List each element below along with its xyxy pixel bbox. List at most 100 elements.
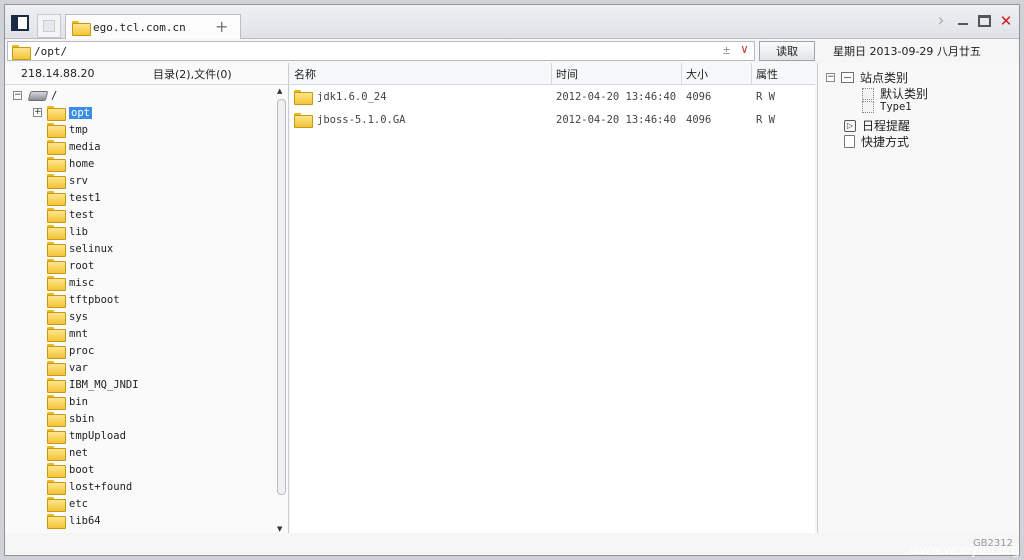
file-list-header: 名称 时间 大小 属性: [290, 63, 815, 85]
tree-folder-label: net: [69, 446, 88, 459]
folder-icon: [47, 429, 66, 444]
path-text: /opt/: [34, 44, 68, 58]
read-button[interactable]: 读取: [759, 41, 815, 61]
folder-icon: [47, 174, 66, 189]
scroll-down-icon[interactable]: ▼: [277, 525, 282, 533]
folder-icon: [47, 157, 66, 172]
tree-folder-row[interactable]: sbin: [5, 410, 288, 427]
folder-icon: [47, 463, 66, 478]
site-category-row[interactable]: − 站点类别: [826, 69, 908, 86]
folder-icon: [47, 344, 66, 359]
folder-icon: [47, 106, 66, 121]
tree-folder-row[interactable]: lib64: [5, 512, 288, 529]
expand-icon[interactable]: +: [33, 108, 42, 117]
tree-folder-row[interactable]: lost+found: [5, 478, 288, 495]
type-icon: [862, 87, 874, 100]
column-name[interactable]: 名称: [290, 63, 552, 84]
tree-folder-label: IBM_MQ_JNDI: [69, 378, 139, 391]
dropdown-arrow-icon[interactable]: ∨: [741, 42, 748, 56]
tree-folder-row[interactable]: boot: [5, 461, 288, 478]
drive-icon: [27, 90, 49, 101]
folder-icon: [47, 242, 66, 257]
tree-folder-row[interactable]: var: [5, 359, 288, 376]
folder-icon: [47, 514, 66, 529]
tree-folder-row[interactable]: mnt: [5, 325, 288, 342]
type1-row[interactable]: Type1: [862, 101, 912, 113]
tree-folder-label: srv: [69, 174, 88, 187]
tree-folder-row[interactable]: media: [5, 138, 288, 155]
plusminus-icon[interactable]: ±: [723, 43, 730, 57]
collapse-icon[interactable]: −: [826, 73, 835, 82]
tree-folder-row[interactable]: IBM_MQ_JNDI: [5, 376, 288, 393]
file-row[interactable]: jdk1.6.0_24 2012-04-20 13:46:40 4096 R W: [290, 85, 815, 108]
tree-folder-row[interactable]: tmpUpload: [5, 427, 288, 444]
folder-icon: [47, 497, 66, 512]
tree-folder-label: boot: [69, 463, 95, 476]
close-icon[interactable]: ✕: [999, 14, 1013, 29]
tree-root-label: /: [51, 89, 58, 102]
tree-folder-label: lib: [69, 225, 88, 238]
tree-folder-row[interactable]: tftpboot: [5, 291, 288, 308]
new-tab-button[interactable]: +: [215, 17, 228, 36]
maximize-icon[interactable]: [978, 15, 991, 27]
folder-icon: [72, 20, 91, 36]
tree-root[interactable]: − /: [5, 87, 288, 104]
tab-label: ego.tcl.com.cn: [93, 20, 186, 34]
tree-folder-label: media: [69, 140, 101, 153]
column-attr[interactable]: 属性: [752, 63, 815, 84]
tree-folder-label: misc: [69, 276, 95, 289]
tree-folder-label: sbin: [69, 412, 95, 425]
default-category-row[interactable]: 默认类别: [862, 85, 928, 102]
folder-icon: [12, 44, 31, 60]
tree-folder-label: test: [69, 208, 95, 221]
tree-folder-row[interactable]: test: [5, 206, 288, 223]
directory-tree-pane: 218.14.88.20 目录(2),文件(0) − / + opt tmp medi…: [5, 63, 289, 533]
tree-folder-label: mnt: [69, 327, 88, 340]
tree-folder-row[interactable]: net: [5, 444, 288, 461]
tree-folder-label: proc: [69, 344, 95, 357]
scroll-up-icon[interactable]: ▲: [277, 87, 282, 95]
folder-icon: [47, 361, 66, 376]
schedule-row[interactable]: ▷ 日程提醒: [844, 117, 910, 134]
minimize-icon[interactable]: [956, 14, 970, 28]
tree-folder-row[interactable]: bin: [5, 393, 288, 410]
type-icon: [862, 101, 874, 113]
tree-folder-row[interactable]: tmp: [5, 121, 288, 138]
tree-folder-row[interactable]: selinux: [5, 240, 288, 257]
path-input[interactable]: /opt/ ± ∨: [7, 41, 756, 61]
tree-folder-label: sys: [69, 310, 88, 323]
shortcut-row[interactable]: 快捷方式: [844, 133, 909, 150]
folder-icon: [47, 259, 66, 274]
tree-folder-row[interactable]: sys: [5, 308, 288, 325]
column-time[interactable]: 时间: [552, 63, 682, 84]
file-cell-size: 4096: [686, 90, 712, 103]
tree-folder-row[interactable]: lib: [5, 223, 288, 240]
collapse-icon[interactable]: −: [13, 91, 22, 100]
file-cell-attr: R W: [756, 90, 775, 103]
tree-folder-row[interactable]: etc: [5, 495, 288, 512]
file-row[interactable]: jboss-5.1.0.GA 2012-04-20 13:46:40 4096 R W: [290, 108, 815, 131]
tree-folder-row[interactable]: misc: [5, 274, 288, 291]
tree-folder-label: test1: [69, 191, 101, 204]
scroll-thumb[interactable]: [277, 99, 286, 495]
panel-toggle-icon[interactable]: [11, 15, 29, 31]
tree-folder-row[interactable]: srv: [5, 172, 288, 189]
blank-tab[interactable]: [37, 14, 61, 38]
folder-icon: [47, 276, 66, 291]
tree-folder-row[interactable]: home: [5, 155, 288, 172]
tree-folder-row[interactable]: root: [5, 257, 288, 274]
folder-icon: [47, 293, 66, 308]
tree-folder-row[interactable]: + opt: [5, 104, 288, 121]
tree-scrollbar[interactable]: ▲ ▼: [275, 87, 287, 533]
dir-file-summary: 目录(2),文件(0): [153, 67, 232, 81]
file-name: jdk1.6.0_24: [317, 90, 387, 103]
folder-icon: [47, 191, 66, 206]
tree-folder-row[interactable]: test1: [5, 189, 288, 206]
tree-folder-label: var: [69, 361, 88, 374]
column-size[interactable]: 大小: [682, 63, 752, 84]
shortcut-label: 快捷方式: [861, 135, 910, 149]
folder-icon: [294, 90, 313, 105]
tree-folder-row[interactable]: proc: [5, 342, 288, 359]
chevron-right-icon[interactable]: ›: [934, 12, 948, 30]
tree-folder-label: tftpboot: [69, 293, 120, 306]
